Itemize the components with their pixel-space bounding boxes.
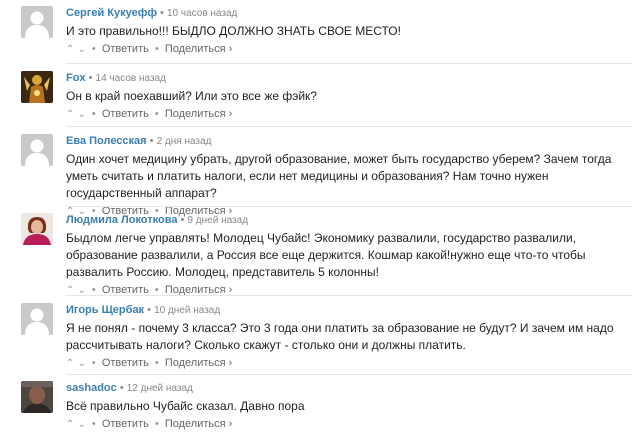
comment-time[interactable]: 9 дней назад xyxy=(187,215,248,226)
avatar[interactable] xyxy=(21,71,53,103)
avatar-woman-icon xyxy=(21,213,53,245)
divider xyxy=(66,63,632,64)
action-separator: • xyxy=(154,43,159,55)
reply-button[interactable]: Ответить xyxy=(102,357,149,369)
divider xyxy=(66,295,632,296)
comment-time[interactable]: 14 часов назад xyxy=(96,73,166,84)
avatar[interactable] xyxy=(21,381,53,413)
comment-text: Я не понял - почему 3 класса? Это 3 года… xyxy=(66,321,614,352)
action-separator: • xyxy=(91,357,96,369)
comment-time[interactable]: 10 дней назад xyxy=(154,305,220,316)
meta-separator: • xyxy=(160,7,164,19)
divider xyxy=(66,126,632,127)
vote-down-icon[interactable]: ⌄ xyxy=(77,108,85,122)
vote-down-icon[interactable]: ⌄ xyxy=(77,418,85,432)
avatar-default-icon xyxy=(21,303,53,335)
comment-author[interactable]: sashadoc xyxy=(66,382,117,394)
comment-text: Быдлом легче управлять! Молодец Чубайс! … xyxy=(66,231,586,279)
action-separator: • xyxy=(91,108,96,120)
share-button[interactable]: Поделиться › xyxy=(165,108,232,120)
vote-up-icon[interactable]: ⌃ xyxy=(66,108,74,122)
action-separator: • xyxy=(154,418,159,430)
vote-down-icon[interactable]: ⌄ xyxy=(77,357,85,371)
action-separator: • xyxy=(91,43,96,55)
action-separator: • xyxy=(154,357,159,369)
share-button[interactable]: Поделиться › xyxy=(165,357,232,369)
vote-down-icon[interactable]: ⌄ xyxy=(77,43,85,57)
divider xyxy=(66,374,632,375)
vote-up-icon[interactable]: ⌃ xyxy=(66,418,74,432)
vote-up-icon[interactable]: ⌃ xyxy=(66,43,74,57)
comment-text: И это правильно!!! БЫДЛО ДОЛЖНО ЗНАТЬ СВ… xyxy=(66,24,401,38)
share-button[interactable]: Поделиться › xyxy=(165,43,232,55)
comment-author[interactable]: Людмила Локоткова xyxy=(66,214,177,226)
avatar[interactable] xyxy=(21,303,53,335)
comment-text: Один хочет медицину убрать, другой образ… xyxy=(66,152,612,200)
avatar[interactable] xyxy=(21,134,53,166)
comment-author[interactable]: Игорь Щербак xyxy=(66,304,144,316)
avatar[interactable] xyxy=(21,213,53,245)
comment-author[interactable]: Fox xyxy=(66,72,86,84)
meta-separator: • xyxy=(149,135,154,147)
meta-separator: • xyxy=(147,304,151,316)
comment-author[interactable]: Сергей Кукуефф xyxy=(66,7,157,19)
reply-button[interactable]: Ответить xyxy=(102,418,149,430)
comment-text: Он в край поехавший? Или это все же фэйк… xyxy=(66,89,317,103)
comment-author[interactable]: Ева Полесская xyxy=(66,135,147,147)
avatar-default-icon xyxy=(21,6,53,38)
avatar[interactable] xyxy=(21,6,53,38)
reply-button[interactable]: Ответить xyxy=(102,43,149,55)
avatar-photo-icon xyxy=(21,381,53,413)
action-separator: • xyxy=(154,108,159,120)
comment-text: Всё правильно Чубайс сказал. Давно пора xyxy=(66,399,305,413)
comment-time[interactable]: 10 часов назад xyxy=(167,8,237,19)
share-button[interactable]: Поделиться › xyxy=(165,418,232,430)
meta-separator: • xyxy=(88,72,93,84)
avatar-fox-icon xyxy=(21,71,53,103)
meta-separator: • xyxy=(119,382,124,394)
comment-time[interactable]: 2 дня назад xyxy=(157,136,212,147)
divider xyxy=(66,206,632,207)
avatar-default-icon xyxy=(21,134,53,166)
reply-button[interactable]: Ответить xyxy=(102,108,149,120)
action-separator: • xyxy=(91,418,96,430)
meta-separator: • xyxy=(180,214,185,226)
vote-up-icon[interactable]: ⌃ xyxy=(66,357,74,371)
comment-time[interactable]: 12 дней назад xyxy=(127,383,193,394)
